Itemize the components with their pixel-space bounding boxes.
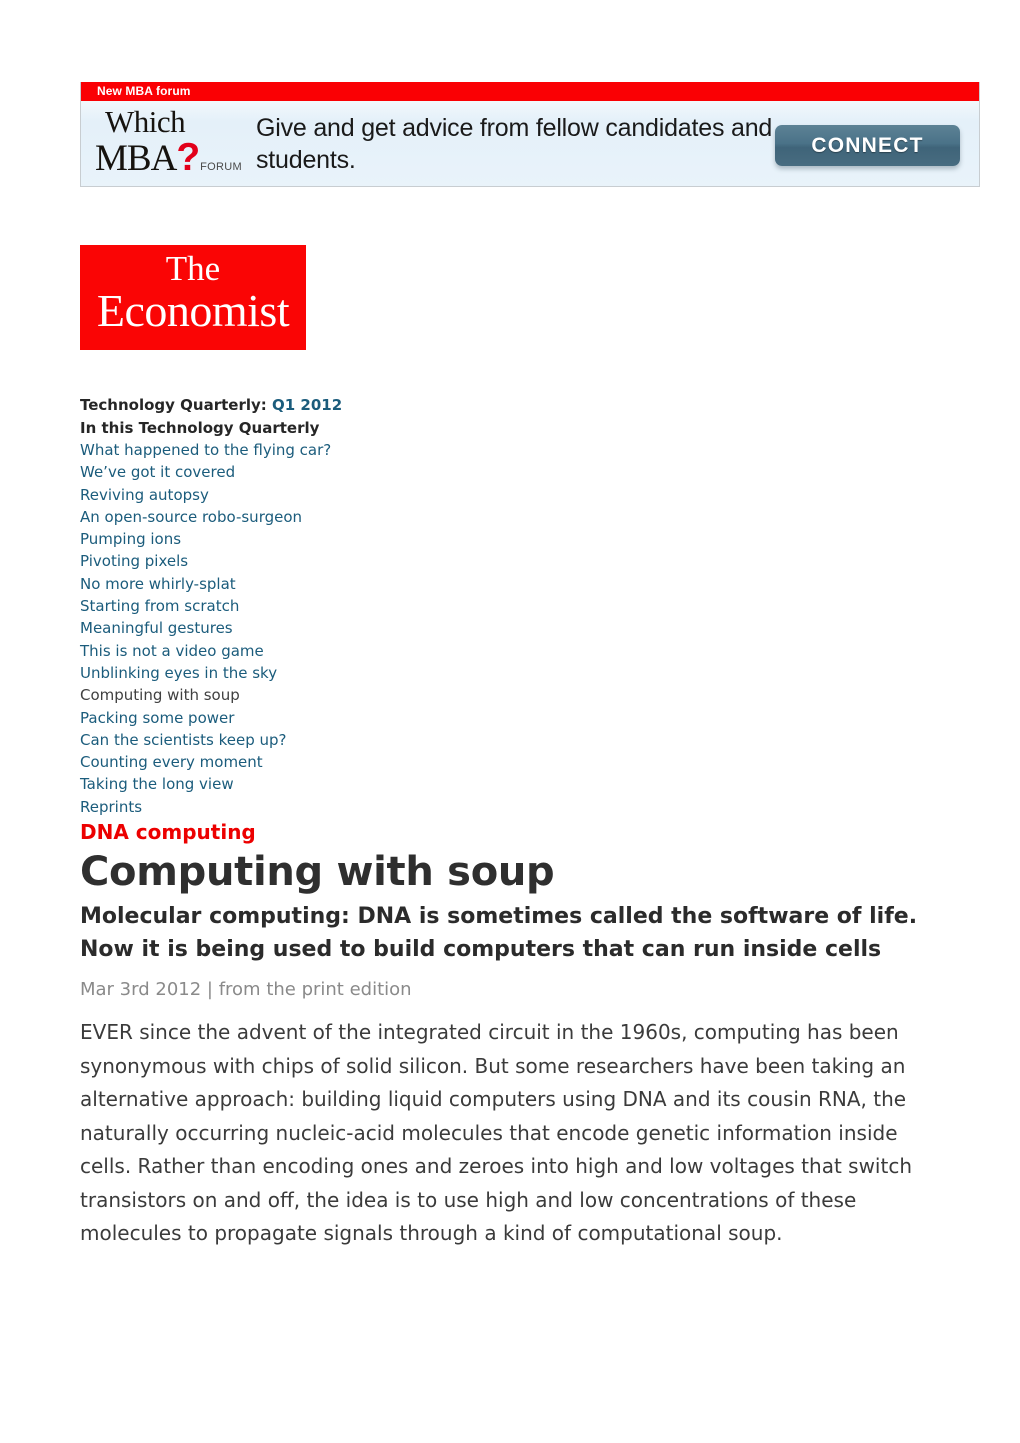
tq-list-item[interactable]: Reprints xyxy=(80,796,940,818)
tq-list-item[interactable]: Can the scientists keep up? xyxy=(80,729,940,751)
tq-list-item[interactable]: Pivoting pixels xyxy=(80,550,940,572)
article-kicker[interactable]: DNA computing xyxy=(80,818,945,846)
which-mba-logo-line1: Which xyxy=(105,104,186,139)
tq-list-item[interactable]: This is not a video game xyxy=(80,640,940,662)
ad-strip-label: New MBA forum xyxy=(97,84,191,98)
tq-list-item[interactable]: No more whirly-splat xyxy=(80,573,940,595)
tq-issue-link[interactable]: Q1 2012 xyxy=(272,396,342,414)
which-mba-logo: Which MBA?FORUM xyxy=(95,106,245,177)
tq-list-item[interactable]: Packing some power xyxy=(80,707,940,729)
tq-list-item[interactable]: Taking the long view xyxy=(80,773,940,795)
ad-top-strip: New MBA forum xyxy=(81,82,979,101)
article-body-paragraph: EVER since the advent of the integrated … xyxy=(80,1020,912,1245)
technology-quarterly-subheading: In this Technology Quarterly xyxy=(80,418,320,437)
which-mba-logo-suffix: FORUM xyxy=(200,161,242,173)
which-mba-logo-line2: MBA?FORUM xyxy=(95,138,245,177)
byline-separator: | xyxy=(201,979,219,1000)
tq-list-item[interactable]: Pumping ions xyxy=(80,528,940,550)
article-date: Mar 3rd 2012 xyxy=(80,979,202,1000)
tq-list-item[interactable]: Unblinking eyes in the sky xyxy=(80,662,940,684)
question-mark-icon: ? xyxy=(176,136,201,179)
article-byline: Mar 3rd 2012 | from the print edition xyxy=(80,976,945,1004)
tq-list-item[interactable]: Starting from scratch xyxy=(80,595,940,617)
tq-list-item[interactable]: Meaningful gestures xyxy=(80,617,940,639)
tq-list-item[interactable]: We’ve got it covered xyxy=(80,461,940,483)
tq-list-item[interactable]: Reviving autopsy xyxy=(80,484,940,506)
which-mba-logo-word: MBA xyxy=(95,138,177,179)
tq-list-item[interactable]: Counting every moment xyxy=(80,751,940,773)
economist-logo-name: Economist xyxy=(96,285,290,336)
page-title: Computing with soup xyxy=(80,849,555,895)
economist-logo-text: The Economist xyxy=(80,251,306,334)
economist-logo-the: The xyxy=(165,249,221,288)
technology-quarterly-contents: Technology Quarterly: Q1 2012 In this Te… xyxy=(80,394,940,818)
tq-list-item[interactable]: What happened to the flying car? xyxy=(80,439,940,461)
connect-button[interactable]: CONNECT xyxy=(775,125,960,166)
article: DNA computing Computing with soup Molecu… xyxy=(80,818,945,1251)
article-subhead: Molecular computing: DNA is sometimes ca… xyxy=(80,904,918,962)
print-edition-link[interactable]: from the print edition xyxy=(219,979,412,1000)
ad-tagline: Give and get advice from fellow candidat… xyxy=(256,114,773,174)
technology-quarterly-list: What happened to the flying car? We’ve go… xyxy=(80,439,940,818)
article-page: New MBA forum Which MBA?FORUM Give and g… xyxy=(0,0,1020,1443)
tq-list-item: Computing with soup xyxy=(80,686,240,705)
mba-forum-ad-banner[interactable]: New MBA forum Which MBA?FORUM Give and g… xyxy=(80,82,980,187)
economist-logo[interactable]: The Economist xyxy=(80,245,306,350)
tq-list-item[interactable]: An open-source robo-surgeon xyxy=(80,506,940,528)
technology-quarterly-heading: Technology Quarterly: Q1 2012 xyxy=(80,394,940,417)
tq-heading-prefix: Technology Quarterly: xyxy=(80,396,272,414)
